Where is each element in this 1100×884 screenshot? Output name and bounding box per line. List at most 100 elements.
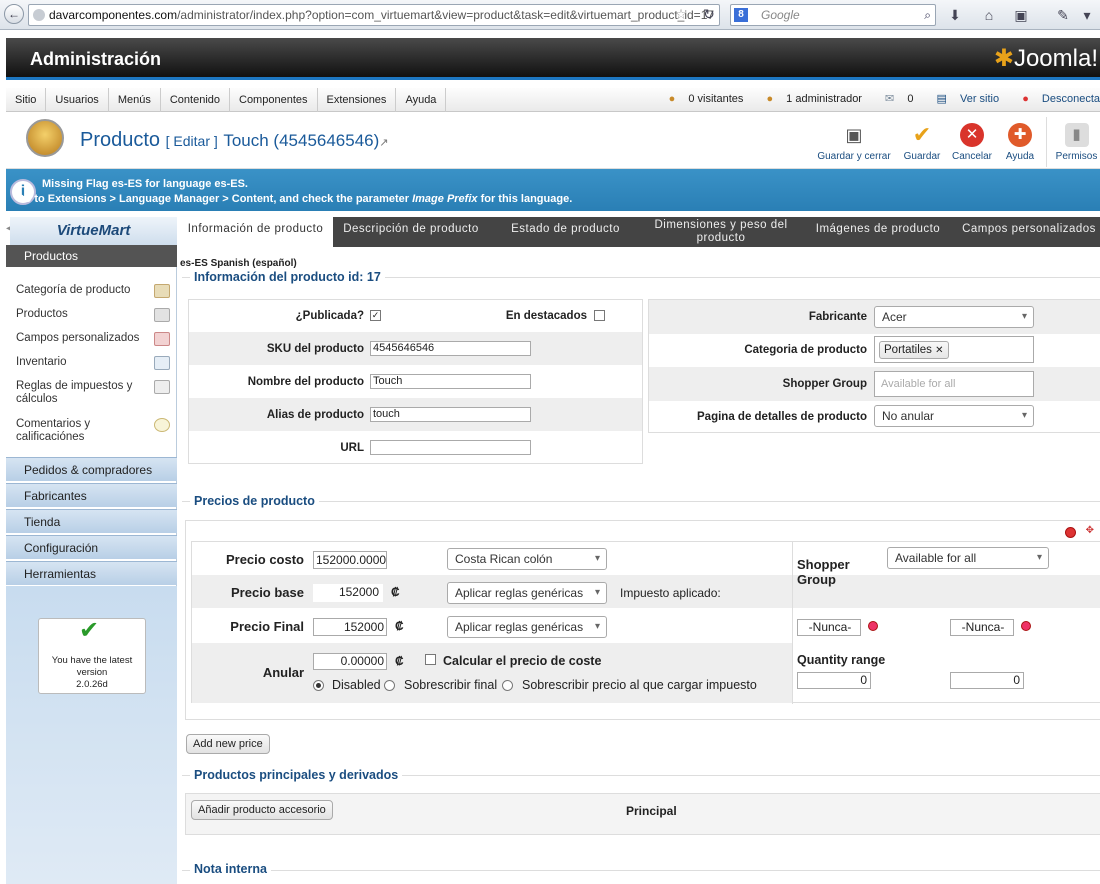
- sku-input[interactable]: 4545646546: [370, 341, 531, 356]
- admin-icon: ●: [766, 93, 774, 105]
- tab-description[interactable]: Descripción de producto: [336, 217, 486, 247]
- radio-disabled[interactable]: [313, 680, 324, 691]
- category-chosen[interactable]: Portatiles ✕: [874, 336, 1034, 363]
- override-input[interactable]: 0.00000: [313, 653, 387, 670]
- folder-icon: [154, 284, 170, 298]
- joomla-logo-text: Joomla!: [1013, 45, 1098, 72]
- message-text-b: for this language.: [477, 193, 573, 205]
- sidebar-item-products[interactable]: Productos: [16, 308, 176, 322]
- back-icon[interactable]: ←: [4, 4, 24, 24]
- calc-cost-label: Calcular el precio de coste: [443, 654, 602, 668]
- sidebar-item-tax-rules[interactable]: Reglas de impuestos y cálculos: [16, 380, 146, 406]
- sidebar-item-inventory[interactable]: Inventario: [16, 356, 176, 370]
- messages-count: 0: [907, 93, 914, 105]
- radio-override-tax[interactable]: [502, 680, 513, 691]
- menu-usuarios[interactable]: Usuarios: [46, 88, 109, 112]
- system-message: i Missing Flag es-ES for language es-ES.…: [6, 169, 1100, 211]
- featured-checkbox[interactable]: [594, 310, 605, 321]
- edit-tag: [ Editar ]: [165, 133, 218, 149]
- external-link-icon[interactable]: ↗: [379, 137, 388, 149]
- remove-price-icon[interactable]: [1065, 527, 1076, 538]
- category-tag: Portatiles ✕: [879, 341, 949, 359]
- sidebar-item-custom-fields[interactable]: Campos personalizados: [16, 332, 176, 346]
- mail-icon: ✉: [885, 93, 895, 105]
- add-new-price-button[interactable]: Add new price: [186, 734, 270, 754]
- star-icon[interactable]: ☆: [672, 5, 690, 23]
- tab-product-info[interactable]: Información de producto: [178, 217, 333, 249]
- menu-chevron-icon[interactable]: ▾: [1078, 6, 1096, 24]
- remove-tag-icon[interactable]: ✕: [935, 345, 943, 356]
- language-label: es-ES Spanish (español): [180, 258, 297, 269]
- users-icon: ●: [668, 93, 676, 105]
- base-rule-select[interactable]: Aplicar reglas genéricas: [447, 582, 607, 604]
- menu-componentes[interactable]: Componentes: [230, 88, 318, 112]
- sidebar-item-reviews[interactable]: Comentarios y calificaciónes: [16, 418, 146, 444]
- save-close-button[interactable]: ▣ Guardar y cerrar: [814, 117, 894, 167]
- message-text-a: Go to Extensions > Language Manager > Co…: [16, 193, 413, 205]
- logout-link[interactable]: ● Desconecta: [1012, 93, 1100, 105]
- price-start-date[interactable]: -Nunca-: [797, 619, 861, 636]
- quantity-from-input[interactable]: 0: [797, 672, 871, 689]
- download-icon[interactable]: ⬇: [946, 6, 964, 24]
- quantity-to-input[interactable]: 0: [950, 672, 1024, 689]
- clear-end-date-icon[interactable]: [1021, 621, 1031, 631]
- details-page-select[interactable]: No anular: [874, 405, 1034, 427]
- sidebar-item-label: Categoría de producto: [16, 284, 131, 296]
- final-price-input[interactable]: 152000: [313, 618, 387, 636]
- address-bar[interactable]: davarcomponentes.com/administrator/index…: [28, 4, 720, 26]
- reload-icon[interactable]: ↻: [700, 5, 718, 23]
- drag-price-icon[interactable]: ✥: [1086, 525, 1094, 536]
- shopper-group-input[interactable]: Available for all: [874, 371, 1034, 397]
- tab-status[interactable]: Estado de producto: [498, 217, 633, 247]
- sku-label: SKU del producto: [266, 343, 364, 355]
- sidebar-item-categories[interactable]: Categoría de producto: [16, 284, 176, 298]
- sidebar-section-configuration[interactable]: Configuración: [6, 535, 177, 559]
- price-end-date[interactable]: -Nunca-: [950, 619, 1014, 636]
- currency-select[interactable]: Costa Rican colón: [447, 548, 607, 570]
- manufacturer-select[interactable]: Acer: [874, 306, 1034, 328]
- version-text: You have the latest version: [51, 655, 133, 678]
- tab-dimensions[interactable]: Dimensiones y peso del producto: [646, 217, 796, 247]
- sidebar-section-manufacturers[interactable]: Fabricantes: [6, 483, 177, 507]
- menu-extensiones[interactable]: Extensiones: [318, 88, 397, 112]
- search-input[interactable]: 8 Google ⌕: [730, 4, 936, 26]
- tab-custom-fields[interactable]: Campos personalizados: [958, 217, 1100, 247]
- tab-images[interactable]: Imágenes de producto: [808, 217, 948, 247]
- addon-icon[interactable]: ✎: [1054, 6, 1072, 24]
- home-icon[interactable]: ⌂: [980, 6, 998, 24]
- clear-start-date-icon[interactable]: [868, 621, 878, 631]
- published-checkbox[interactable]: ✓: [370, 310, 381, 321]
- name-input[interactable]: Touch: [370, 374, 531, 389]
- radio-override-final[interactable]: [384, 680, 395, 691]
- sidebar-section-tools[interactable]: Herramientas: [6, 561, 177, 585]
- calc-cost-checkbox[interactable]: [425, 654, 436, 665]
- info-legend: Información del producto id: 17: [190, 270, 385, 284]
- price-shopper-group-select[interactable]: Available for all: [887, 547, 1049, 569]
- logout-icon: ●: [1022, 93, 1029, 105]
- menu-menus[interactable]: Menús: [109, 88, 161, 112]
- price-shopper-group-label: Shopper Group: [797, 557, 850, 587]
- permissions-button[interactable]: ▮ Permisos: [1046, 117, 1100, 167]
- magnifier-icon[interactable]: ⌕: [924, 5, 931, 25]
- sidebar-products-heading[interactable]: Productos: [6, 245, 177, 267]
- cost-price-input[interactable]: 152000.00000: [313, 551, 387, 569]
- sidebar-section-orders[interactable]: Pedidos & compradores: [6, 457, 177, 481]
- view-site-link[interactable]: ▤ Ver sitio: [927, 93, 1000, 105]
- alias-input[interactable]: touch: [370, 407, 531, 422]
- menu-sitio[interactable]: Sitio: [6, 88, 47, 112]
- add-accessory-button[interactable]: Añadir producto accesorio: [191, 800, 333, 820]
- base-price-input[interactable]: 152000: [313, 584, 383, 602]
- url-input[interactable]: [370, 440, 531, 455]
- page-toolbar: Producto [ Editar ] Touch (4545646546)↗ …: [6, 113, 1100, 169]
- help-button[interactable]: ✚ Ayuda: [990, 117, 1050, 167]
- admin-title: Administración: [30, 49, 162, 69]
- save-close-label: Guardar y cerrar: [817, 151, 891, 162]
- bookmarks-icon[interactable]: ▣: [1012, 6, 1030, 24]
- messages-status[interactable]: ✉ 0: [875, 93, 913, 105]
- menu-contenido[interactable]: Contenido: [161, 88, 230, 112]
- shopper-group-label: Shopper Group: [782, 378, 867, 390]
- final-rule-select[interactable]: Aplicar reglas genéricas: [447, 616, 607, 638]
- menu-ayuda[interactable]: Ayuda: [396, 88, 447, 112]
- sidebar-section-shop[interactable]: Tienda: [6, 509, 177, 533]
- manufacturer-label: Fabricante: [808, 311, 867, 323]
